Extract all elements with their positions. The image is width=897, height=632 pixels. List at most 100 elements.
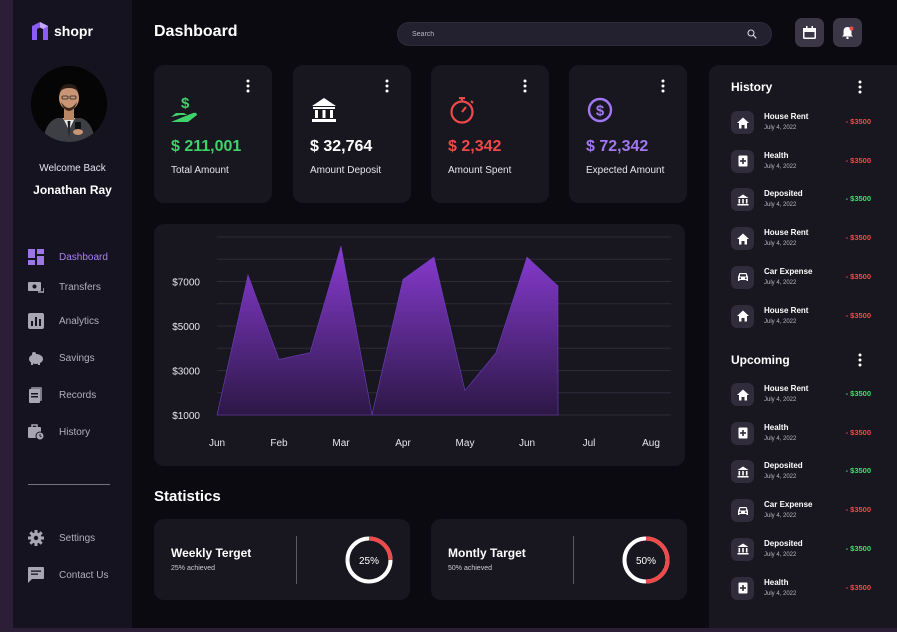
transaction-item[interactable]: Health July 4, 2022 - $3500 xyxy=(731,576,871,601)
x-tick-label: Aug xyxy=(642,438,660,449)
stat-card-expected[interactable]: $ $ 72,342 Expected Amount xyxy=(569,65,687,203)
car-icon xyxy=(731,265,754,289)
card-amount: $ 2,342 xyxy=(448,138,502,155)
notifications-button[interactable] xyxy=(833,18,862,47)
transaction-item[interactable]: Deposited July 4, 2022 - $3500 xyxy=(731,460,871,484)
transaction-name: Health xyxy=(764,150,789,160)
search-bar[interactable] xyxy=(397,22,772,46)
transaction-item[interactable]: Deposited July 4, 2022 - $3500 xyxy=(731,537,871,562)
search-input[interactable] xyxy=(412,30,747,38)
transaction-date: July 4, 2022 xyxy=(764,241,797,248)
transaction-date: July 4, 2022 xyxy=(764,474,797,481)
stat-card-spent[interactable]: $ 2,342 Amount Spent xyxy=(431,65,549,203)
sidebar-divider xyxy=(28,484,110,485)
records-icon xyxy=(29,387,42,403)
analytics-icon xyxy=(28,313,44,329)
home-icon xyxy=(731,383,754,406)
transaction-date: July 4, 2022 xyxy=(764,590,797,597)
transaction-item[interactable]: House Rent July 4, 2022 - $3500 xyxy=(731,227,871,251)
transaction-item[interactable]: Health July 4, 2022 - $3500 xyxy=(731,149,871,174)
card-amount: $ 211,001 xyxy=(171,138,242,155)
bank-icon xyxy=(731,537,754,561)
dashboard-icon xyxy=(28,249,44,265)
chat-icon xyxy=(28,567,44,583)
target-title: Montly Target xyxy=(448,546,526,560)
more-options-icon[interactable] xyxy=(245,79,251,93)
calendar-button[interactable] xyxy=(795,18,824,47)
search-icon[interactable] xyxy=(747,29,757,39)
transaction-item[interactable]: Car Expense July 4, 2022 - $3500 xyxy=(731,265,871,290)
transaction-item[interactable]: House Rent July 4, 2022 - $3500 xyxy=(731,111,871,135)
chart-svg: $1000 $3000 $5000 $7000 Jun Feb Mar Apr May Jun J… xyxy=(172,236,671,449)
transaction-name: Car Expense xyxy=(764,500,813,510)
transaction-amount: - $3500 xyxy=(845,389,871,398)
transfers-icon xyxy=(28,282,44,293)
sidebar-item-analytics[interactable]: Analytics xyxy=(28,313,99,329)
sidebar-item-contact[interactable]: Contact Us xyxy=(28,567,108,583)
sidebar-item-label: History xyxy=(59,426,91,438)
weekly-target-card[interactable]: Weekly Terget 25% achieved 25% xyxy=(154,519,410,600)
card-amount: $ 72,342 xyxy=(586,138,649,155)
sidebar-item-records[interactable]: Records xyxy=(28,387,96,403)
stat-card-total[interactable]: $ $ 211,001 Total Amount xyxy=(154,65,272,203)
piggy-bank-icon xyxy=(29,352,43,365)
sidebar-item-history[interactable]: History xyxy=(28,424,90,440)
stat-card-deposit[interactable]: $ 32,764 Amount Deposit xyxy=(293,65,411,203)
sidebar-item-label: Contact Us xyxy=(59,569,109,581)
more-options-icon[interactable] xyxy=(384,79,390,93)
transaction-date: July 4, 2022 xyxy=(764,435,797,442)
sidebar: shopr Welcome Back Jonathan Ray Dashboar… xyxy=(13,0,132,628)
money-hand-icon: $ xyxy=(171,95,197,122)
sidebar-item-transfers[interactable]: Transfers xyxy=(28,279,101,295)
sidebar-item-label: Savings xyxy=(59,352,95,364)
more-options-icon[interactable] xyxy=(660,79,666,93)
transaction-item[interactable]: Health July 4, 2022 - $3500 xyxy=(731,421,871,446)
svg-text:$: $ xyxy=(181,95,190,112)
divider xyxy=(573,536,574,584)
transaction-date: July 4, 2022 xyxy=(764,513,797,520)
more-options-icon[interactable] xyxy=(522,79,528,93)
transaction-date: July 4, 2022 xyxy=(764,551,797,558)
transaction-amount: - $3500 xyxy=(845,505,871,515)
transaction-amount: - $3500 xyxy=(845,155,871,165)
home-icon xyxy=(731,111,754,134)
logo-icon xyxy=(32,22,48,40)
more-options-icon[interactable] xyxy=(857,353,863,367)
page-title: Dashboard xyxy=(154,23,238,40)
bank-icon xyxy=(731,188,754,212)
transaction-item[interactable]: Deposited July 4, 2022 - $3500 xyxy=(731,188,871,212)
transaction-date: July 4, 2022 xyxy=(764,163,797,170)
history-icon xyxy=(28,424,44,440)
x-tick-label: Jun xyxy=(519,438,535,449)
transaction-amount: - $3500 xyxy=(845,466,871,476)
transaction-item[interactable]: House Rent July 4, 2022 - $3500 xyxy=(731,383,871,407)
transaction-amount: - $3500 xyxy=(845,194,871,204)
sidebar-item-dashboard[interactable]: Dashboard xyxy=(28,249,108,265)
sidebar-item-savings[interactable]: Savings xyxy=(28,350,95,366)
logo[interactable]: shopr xyxy=(32,22,93,40)
sidebar-item-label: Settings xyxy=(59,532,96,544)
transaction-amount: - $3500 xyxy=(845,271,871,281)
stopwatch-icon xyxy=(450,97,474,124)
x-tick-label: Jul xyxy=(583,438,596,449)
more-options-icon[interactable] xyxy=(857,80,863,94)
monthly-target-card[interactable]: Montly Target 50% achieved 50% xyxy=(431,519,687,600)
x-tick-label: Feb xyxy=(270,438,288,449)
sidebar-item-settings[interactable]: Settings xyxy=(28,530,95,546)
upcoming-heading: Upcoming xyxy=(731,353,790,367)
bell-icon xyxy=(842,26,854,39)
sidebar-item-label: Dashboard xyxy=(59,251,108,263)
transaction-amount: - $3500 xyxy=(845,582,871,592)
avatar[interactable] xyxy=(31,66,107,142)
target-subtitle: 50% achieved xyxy=(448,565,492,572)
transaction-item[interactable]: Car Expense July 4, 2022 - $3500 xyxy=(731,499,871,523)
bank-icon xyxy=(731,460,754,484)
area-chart: $1000 $3000 $5000 $7000 Jun Feb Mar Apr May Jun J… xyxy=(154,224,685,466)
transactions-panel: History House Rent July 4, 2022- $3500 Hea… xyxy=(709,65,897,628)
calendar-icon xyxy=(803,26,816,39)
transaction-amount: - $3500 xyxy=(845,427,871,437)
target-subtitle: 25% achieved xyxy=(171,565,215,572)
progress-ring: 25% xyxy=(345,536,393,584)
transaction-amount: - $3500 xyxy=(845,117,871,126)
transaction-item[interactable]: House Rent July 4, 2022 - $3500 xyxy=(731,304,871,329)
